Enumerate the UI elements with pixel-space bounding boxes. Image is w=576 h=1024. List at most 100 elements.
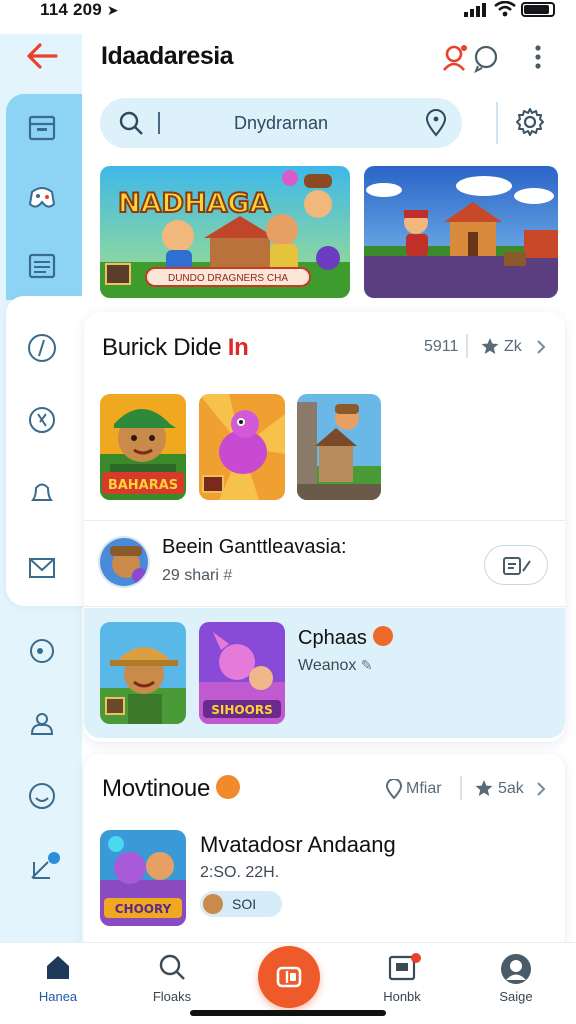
featured-meta: 2:SO. 22H.	[200, 864, 280, 881]
promo-banner[interactable]	[364, 166, 558, 298]
back-arrow-icon[interactable]	[20, 34, 64, 78]
gear-icon[interactable]	[514, 106, 546, 138]
page-title: Idaadaresia	[101, 42, 234, 70]
location-pin-icon[interactable]	[424, 109, 448, 137]
section-title-text: Burick Dide	[102, 334, 222, 361]
star-icon	[481, 338, 499, 354]
location-pin-icon	[385, 779, 403, 799]
list-item-subtitle-text: 29 shari	[162, 567, 219, 584]
avatar[interactable]	[98, 536, 150, 588]
search-placeholder: Dnydrarnan	[234, 113, 329, 133]
section-title-accent: In	[227, 334, 249, 361]
banner-artwork	[364, 166, 558, 298]
send-icon[interactable]	[22, 848, 62, 888]
search-icon	[159, 954, 185, 980]
search-icon	[119, 111, 143, 135]
section-rating: Zk	[504, 338, 522, 355]
highlight-subtitle: Weanox ✎	[298, 657, 373, 675]
game-controller-icon[interactable]	[22, 178, 62, 218]
bell-icon[interactable]	[22, 472, 62, 512]
compass-icon[interactable]	[22, 328, 62, 368]
meta-divider	[460, 776, 462, 800]
edit-icon: ✎	[360, 657, 373, 673]
note-edit-icon	[503, 557, 531, 575]
star-icon	[475, 780, 493, 796]
game-thumbnail[interactable]: CHOORY	[100, 830, 186, 926]
header-divider	[496, 102, 498, 144]
game-art	[100, 622, 186, 724]
featured-badge[interactable]: SOI	[200, 891, 282, 917]
flame-badge-icon	[216, 775, 241, 799]
signal-icon	[464, 3, 486, 17]
game-art: SIHOORS	[199, 622, 285, 724]
highlight-subtitle-text: Weanox	[298, 657, 357, 674]
banner-title: NADHAGA	[118, 188, 271, 219]
play-fab-button[interactable]	[258, 946, 320, 1008]
nav-item-search[interactable]: Floaks	[132, 953, 212, 1009]
thumb-label: BAHARAS	[108, 478, 178, 493]
chevron-right-icon[interactable]	[534, 780, 548, 798]
mail-icon[interactable]	[22, 548, 62, 588]
nav-item-home[interactable]: Hanea	[18, 953, 98, 1009]
list-item-title[interactable]: Beein Ganttleavasia:	[162, 536, 347, 559]
section2-title: Movtinoue	[102, 775, 241, 803]
chevron-right-icon[interactable]	[534, 338, 548, 356]
trophy-icon[interactable]	[22, 400, 62, 440]
nav-label: Hanea	[38, 989, 78, 1004]
game-thumbnail[interactable]	[100, 622, 186, 724]
smile-icon[interactable]	[22, 776, 62, 816]
section2-rating: 5ak	[498, 780, 524, 797]
list-icon[interactable]	[22, 246, 62, 286]
game-thumbnail[interactable]	[297, 394, 381, 500]
nav-label: Floaks	[152, 989, 192, 1004]
nav-item-profile[interactable]: Saige	[476, 953, 556, 1009]
featured-title[interactable]: Mvatadosr Andaang	[200, 832, 396, 858]
filter-label[interactable]: Mfiar	[406, 780, 442, 798]
nav-item-inbox[interactable]: Honbk	[362, 953, 442, 1009]
search-location-icon[interactable]	[22, 632, 62, 672]
game-art	[199, 394, 285, 500]
list-item-subtitle: 29 shari #	[162, 567, 232, 585]
search-input[interactable]: Dnydrarnan	[100, 98, 462, 148]
hash-icon: #	[223, 567, 233, 584]
status-time: 114 209 ➤	[40, 0, 119, 19]
game-pad-icon	[276, 966, 302, 988]
highlight-title-text: Cphaas	[298, 627, 367, 649]
hot-badge-icon	[372, 626, 393, 646]
game-thumbnail[interactable]: SIHOORS	[199, 622, 285, 724]
battery-icon	[521, 2, 555, 17]
game-thumbnail[interactable]	[199, 394, 285, 500]
profile-icon	[501, 954, 531, 984]
game-thumbnail[interactable]: BAHARAS	[100, 394, 186, 500]
game-art: CHOORY	[100, 830, 186, 926]
calendar-icon[interactable]	[22, 108, 62, 148]
meta-divider	[466, 334, 468, 358]
section-count: 5911	[424, 338, 459, 355]
status-bar: 114 209 ➤	[0, 0, 576, 34]
banner-caption: DUNDO DRAGNERS CHA	[168, 273, 288, 284]
wifi-icon	[494, 1, 516, 17]
user-group-icon[interactable]	[22, 704, 62, 744]
search-cursor	[158, 112, 160, 134]
game-art	[297, 394, 381, 500]
game-art: BAHARAS	[100, 394, 186, 500]
more-options-icon[interactable]	[526, 42, 550, 74]
note-button[interactable]	[484, 545, 548, 585]
row-divider	[84, 606, 565, 607]
thumb-label: CHOORY	[115, 902, 172, 916]
home-indicator	[190, 1010, 386, 1016]
row-divider	[84, 520, 565, 521]
banner-artwork: DUNDO DRAGNERS CHA NADHAGA	[100, 166, 350, 298]
home-icon	[47, 956, 69, 979]
thumb-label: SIHOORS	[211, 703, 272, 717]
section-title: Burick Dide In	[102, 334, 249, 362]
highlight-title[interactable]: Cphaas	[298, 626, 393, 650]
featured-badge-label: SOI	[232, 896, 257, 912]
featured-banner[interactable]: DUNDO DRAGNERS CHA NADHAGA	[100, 166, 350, 298]
nav-label: Saige	[499, 989, 533, 1004]
share-profile-icon[interactable]	[440, 42, 500, 74]
section2-title-text: Movtinoue	[102, 775, 211, 802]
inbox-icon	[388, 953, 421, 981]
badge-avatar-icon	[203, 894, 223, 914]
nav-label: Honbk	[383, 989, 421, 1004]
